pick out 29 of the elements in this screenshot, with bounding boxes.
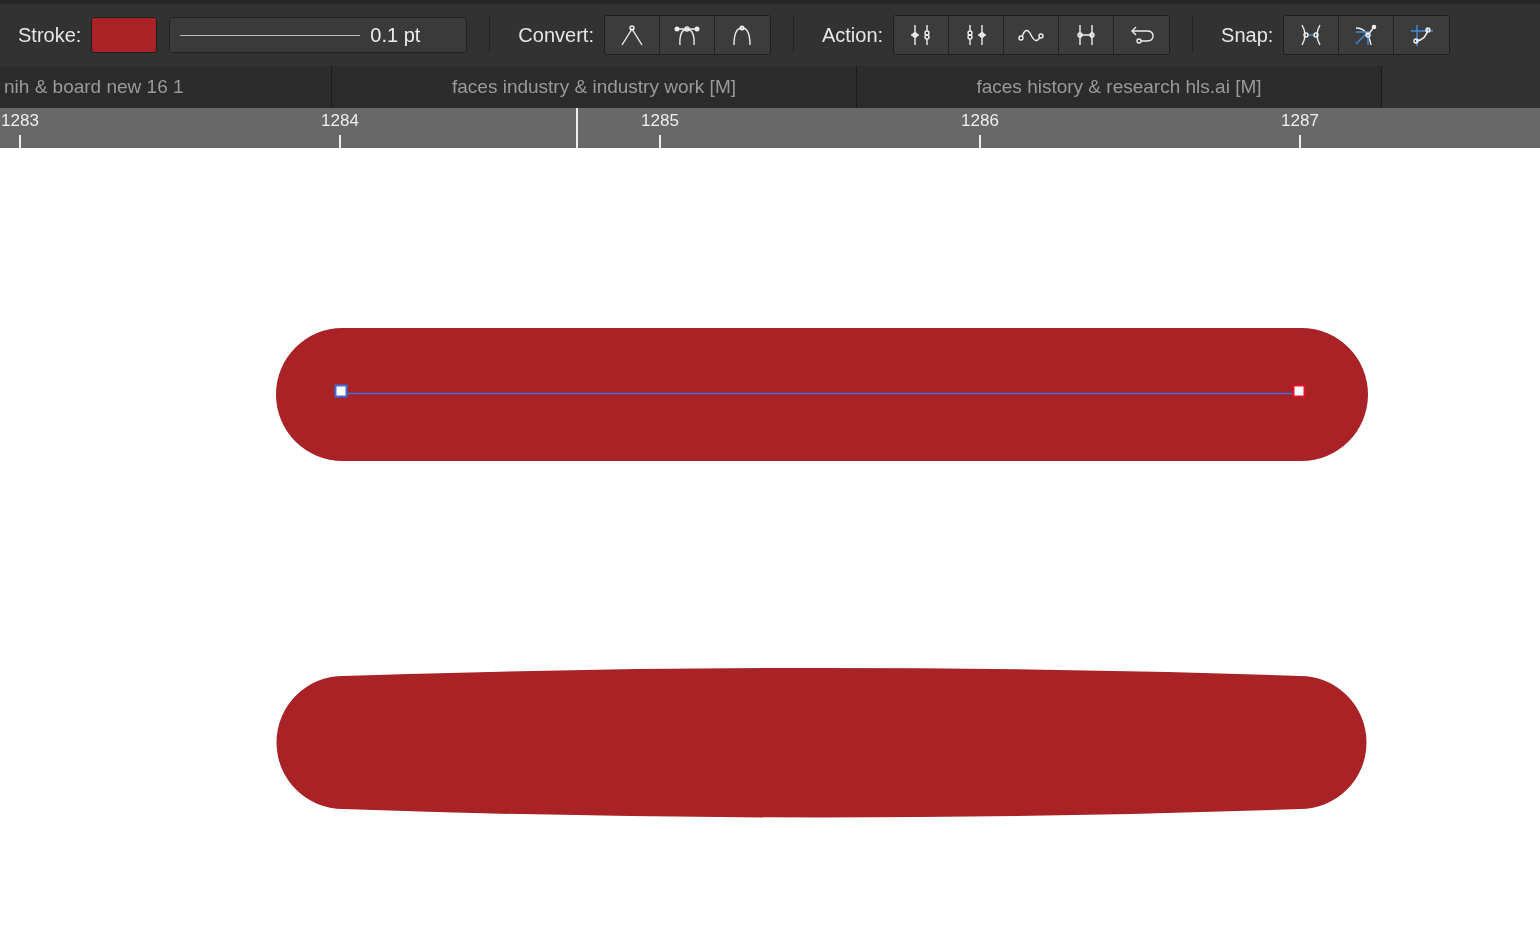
document-tab[interactable]: faces history & research hls.ai [M] (857, 66, 1382, 108)
ruler-tick-label: 1286 (961, 111, 999, 131)
tapered-stroke-shape[interactable] (276, 668, 1367, 818)
document-tab[interactable]: nih & board new 16 1 (0, 66, 332, 108)
curve-button[interactable] (1004, 16, 1060, 54)
smooth-button[interactable] (714, 16, 770, 54)
cursor-position-line (576, 108, 578, 148)
corner-button[interactable] (604, 16, 660, 54)
snap-points-button[interactable] (1284, 16, 1340, 54)
stroke-weight-dropdown[interactable]: 0.1 pt (169, 17, 468, 53)
stroke-color-swatch[interactable] (91, 17, 158, 53)
group-label: Convert: (518, 23, 594, 47)
stroke-label: Stroke: (18, 23, 82, 47)
group-label: Action: (821, 23, 884, 47)
document-tab[interactable]: faces industry & industry work [M] (332, 66, 857, 108)
ruler-tick-label: 1287 (1281, 111, 1319, 131)
ruler-tick-label: 1284 (321, 111, 359, 131)
snap-grid-button[interactable] (1394, 16, 1450, 54)
ruler-tick-label: 1285 (641, 111, 679, 131)
smooth-handles-button[interactable] (659, 16, 715, 54)
join-button[interactable] (1059, 16, 1115, 54)
snap-guides-button[interactable] (1339, 16, 1395, 54)
split-right-button[interactable] (949, 16, 1005, 54)
anchor-point[interactable] (1292, 384, 1306, 398)
split-left-button[interactable] (894, 16, 950, 54)
group-label: Snap: (1221, 23, 1274, 47)
anchor-point[interactable] (334, 384, 348, 398)
reverse-button[interactable] (1114, 16, 1170, 54)
ruler-tick-label: 1283 (1, 111, 39, 131)
